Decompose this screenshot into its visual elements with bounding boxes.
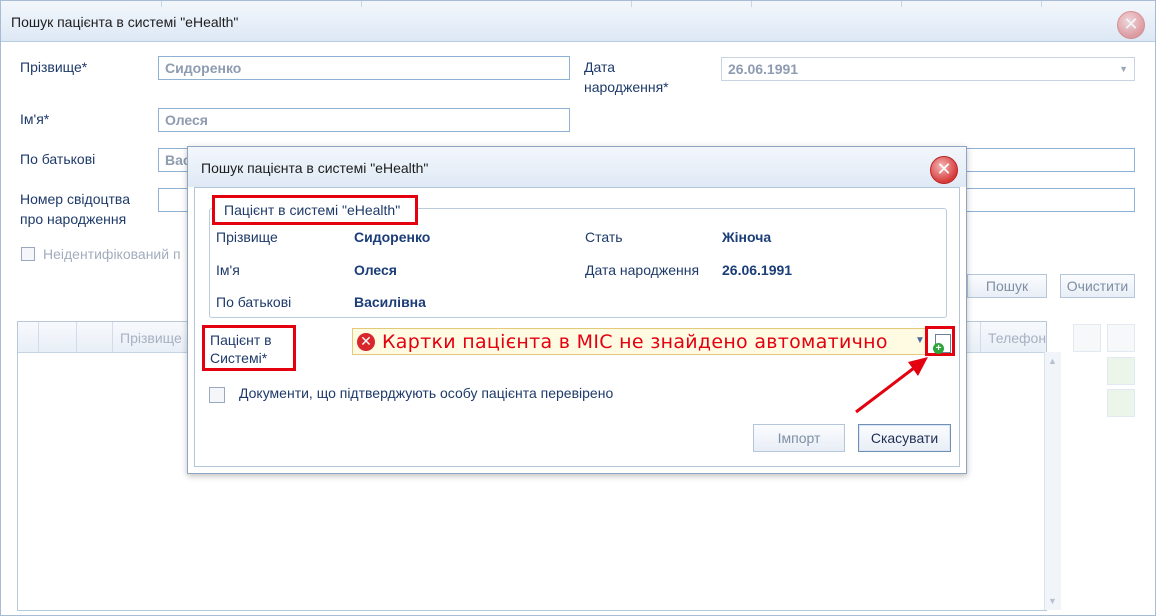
modal-gender-value: Жіноча (722, 229, 772, 245)
outer-window-title: Пошук пацієнта в системі "eHealth" (11, 14, 239, 30)
cancel-button[interactable]: Скасувати (858, 424, 951, 452)
patient-in-system-label-line1: Пацієнт в (210, 332, 272, 348)
outer-close-button[interactable]: ✕ (1117, 11, 1145, 39)
chevron-down-icon: ▼ (1119, 64, 1128, 74)
grid-col (978, 322, 981, 352)
dob-input[interactable]: 26.06.1991 ▼ (721, 57, 1135, 81)
combo-error-text: Картки пацієнта в МІС не знайдено автома… (382, 331, 888, 353)
grid-col-phone[interactable]: Телефон (988, 330, 1046, 346)
title-strip (961, 1, 1042, 7)
ehealth-search-dialog: Пошук пацієнта в системі "eHealth" ✕ Прі… (187, 146, 967, 474)
surname-label: Прізвище* (20, 59, 88, 75)
name-label: Ім'я* (20, 111, 50, 127)
card-green-icon[interactable] (1107, 357, 1135, 385)
patient-in-system-combo[interactable]: ✕ Картки пацієнта в МІС не знайдено авто… (352, 328, 927, 355)
scroll-up-icon[interactable]: ▲ (1048, 356, 1057, 366)
birth-cert-label-line1: Номер свідоцтва (20, 191, 130, 207)
error-icon: ✕ (357, 333, 375, 351)
group-title-highlight: Пацієнт в системі "eHealth" (212, 195, 418, 225)
card-export-icon[interactable] (1107, 389, 1135, 417)
grid-scrollbar[interactable]: ▲ ▼ (1044, 352, 1061, 610)
modal-dob-label: Дата народження (585, 262, 700, 278)
group-title: Пацієнт в системі "eHealth" (224, 202, 401, 218)
grid-col (76, 322, 113, 352)
grid-col-surname[interactable]: Прізвище (120, 330, 182, 346)
docs-verified-checkbox[interactable] (209, 387, 225, 403)
dob-value: 26.06.1991 (728, 61, 799, 77)
tools-icon[interactable] (1107, 324, 1135, 352)
modal-dob-value: 26.06.1991 (722, 262, 793, 278)
dialog-title: Пошук пацієнта в системі "eHealth" (201, 160, 429, 176)
modal-patronymic-label: По батькові (216, 294, 292, 310)
arrow-line (855, 366, 915, 414)
title-strip (821, 1, 902, 7)
dialog-titlebar: Пошук пацієнта в системі "eHealth" ✕ (188, 147, 966, 187)
import-button[interactable]: Імпорт (753, 424, 845, 452)
close-icon: ✕ (936, 159, 952, 180)
dob-label-line2: народження* (584, 79, 669, 95)
close-icon: ✕ (1123, 14, 1139, 35)
patronymic-label: По батькові (20, 151, 96, 167)
birth-cert-label-line2: про народження (20, 211, 127, 227)
modal-patronymic-value: Василівна (354, 294, 426, 310)
modal-name-label: Ім'я (216, 262, 240, 278)
title-strip (121, 1, 162, 7)
unidentified-label: Неідентифікований п (43, 246, 181, 262)
grid-col (18, 322, 39, 352)
scroll-down-icon[interactable]: ▼ (1048, 596, 1057, 606)
grid-col (38, 322, 77, 352)
dialog-body: Прізвище Сидоренко Ім'я Олеся По батьков… (194, 187, 960, 467)
arrow-annotation (855, 357, 928, 414)
patient-in-system-highlight: Пацієнт в Системі* (202, 325, 296, 371)
clear-button[interactable]: Очистити (1060, 274, 1135, 298)
surname-input[interactable]: Сидоренко (158, 56, 570, 80)
modal-surname-label: Прізвище (216, 229, 278, 245)
modal-name-value: Олеся (354, 262, 397, 278)
chevron-down-icon[interactable]: ▼ (915, 335, 925, 346)
dialog-close-button[interactable]: ✕ (930, 156, 958, 184)
folder-icon[interactable] (1073, 324, 1101, 352)
outer-titlebar: Пошук пацієнта в системі "eHealth" ✕ (1, 1, 1155, 42)
modal-gender-label: Стать (585, 229, 623, 245)
patient-in-system-label-line2: Системі* (210, 350, 268, 366)
modal-surname-value: Сидоренко (354, 229, 431, 245)
search-button[interactable]: Пошук (967, 274, 1047, 298)
title-strip (301, 1, 362, 7)
unidentified-checkbox[interactable] (21, 247, 35, 261)
docs-verified-label: Документи, що підтверджують особу пацієн… (239, 385, 614, 401)
arrow-head (908, 357, 928, 376)
title-strip (561, 1, 632, 7)
dob-label-line1: Дата (584, 59, 616, 75)
title-strip (701, 1, 752, 7)
name-input[interactable]: Олеся (158, 108, 570, 132)
